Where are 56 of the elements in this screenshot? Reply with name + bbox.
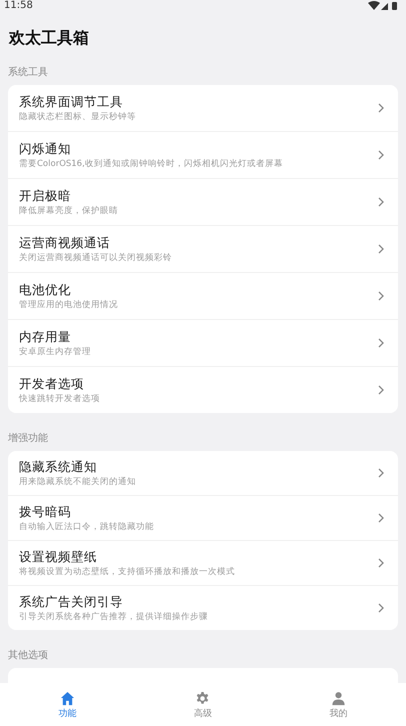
item-subtitle: 需要ColorOS16,收到通知或闹钟响铃时，闪烁相机闪光灯或者屏幕 xyxy=(19,158,284,170)
home-icon xyxy=(60,690,76,706)
chevron-icon xyxy=(378,291,384,301)
section-label: 增强功能 xyxy=(8,433,49,445)
item-subtitle: 隐藏状态栏图标、显示秒钟等 xyxy=(19,112,137,122)
list-item[interactable]: 拨号暗码 自动输入匠法口令，跳转隐藏功能 xyxy=(8,496,398,541)
section-label: 系统工具 xyxy=(8,67,49,79)
list-item[interactable]: 内存用量 安卓原生内存管理 xyxy=(8,320,398,367)
chevron-icon xyxy=(378,603,384,613)
section-label: 其他选项 xyxy=(8,650,49,662)
item-subtitle: 关闭运营商视频通话可以关闭视频彩铃 xyxy=(19,252,173,264)
chevron-icon xyxy=(378,513,384,523)
item-subtitle: 引导关闭系统各种广告推荐，提供详细操作步骤 xyxy=(19,612,209,622)
app-title: 欢太工具箱 xyxy=(9,27,90,49)
nav-tab[interactable]: 功能 xyxy=(0,683,136,726)
chevron-icon xyxy=(378,385,384,395)
item-title: 系统广告关闭引导 xyxy=(19,594,124,610)
item-title: 开发者选项 xyxy=(19,376,85,392)
item-title: 闪烁通知 xyxy=(19,140,72,156)
list-item[interactable]: 开启极暗 降低屏幕亮度，保护眼睛 xyxy=(8,179,398,226)
chevron-icon xyxy=(378,103,384,113)
list-item[interactable]: 系统广告关闭引导 引导关闭系统各种广告推荐，提供详细操作步骤 xyxy=(8,586,398,630)
list-item[interactable]: 设置视频壁纸 将视频设置为动态壁纸，支持循环播放和播放一次模式 xyxy=(8,541,398,586)
item-subtitle: 用来隐藏系统不能关闭的通知 xyxy=(19,476,137,488)
list-item[interactable]: 系统界面调节工具 隐藏状态栏图标、显示秒钟等 xyxy=(8,85,398,132)
item-title: 设置视频壁纸 xyxy=(19,548,98,564)
settings-icon xyxy=(195,690,210,706)
item-subtitle: 管理应用的电池使用情况 xyxy=(19,300,119,310)
item-subtitle: 降低屏幕亮度，保护眼睛 xyxy=(19,206,119,216)
chevron-icon xyxy=(378,338,384,348)
item-title: 系统界面调节工具 xyxy=(19,94,124,110)
list-item[interactable]: 闪烁通知 需要ColorOS16,收到通知或闹钟响铃时，闪烁相机闪光灯或者屏幕 xyxy=(8,132,398,179)
person-icon xyxy=(330,690,346,706)
item-title: 运营商视频通话 xyxy=(19,234,111,250)
chevron-icon xyxy=(378,197,384,207)
item-subtitle: 安卓原生内存管理 xyxy=(19,346,92,358)
status-time: 11:58 xyxy=(4,0,33,12)
chevron-icon xyxy=(378,244,384,254)
list-item[interactable]: 电池优化 管理应用的电池使用情况 xyxy=(8,273,398,320)
chevron-icon xyxy=(378,558,384,568)
chevron-icon xyxy=(378,150,384,160)
item-title: 隐藏系统通知 xyxy=(19,458,98,474)
item-title: 内存用量 xyxy=(19,328,72,344)
item-subtitle: 将视频设置为动态壁纸，支持循环播放和播放一次模式 xyxy=(19,566,236,578)
list-item[interactable]: 运营商视频通话 关闭运营商视频通话可以关闭视频彩铃 xyxy=(8,226,398,273)
item-subtitle: 自动输入匠法口令，跳转隐藏功能 xyxy=(19,522,155,532)
item-title: 开启极暗 xyxy=(19,188,72,204)
nav-tab[interactable]: 高级 xyxy=(135,683,271,726)
item-subtitle: 快速跳转开发者选项 xyxy=(19,394,101,404)
item-title: 拨号暗码 xyxy=(19,504,72,520)
list-item[interactable]: 隐藏系统通知 用来隐藏系统不能关闭的通知 xyxy=(8,451,398,496)
item-title: 电池优化 xyxy=(19,282,72,298)
status-icons xyxy=(368,1,398,11)
nav-tab[interactable]: 我的 xyxy=(270,683,406,726)
chevron-icon xyxy=(378,468,384,478)
list-item[interactable]: 开发者选项 快速跳转开发者选项 xyxy=(8,367,398,413)
